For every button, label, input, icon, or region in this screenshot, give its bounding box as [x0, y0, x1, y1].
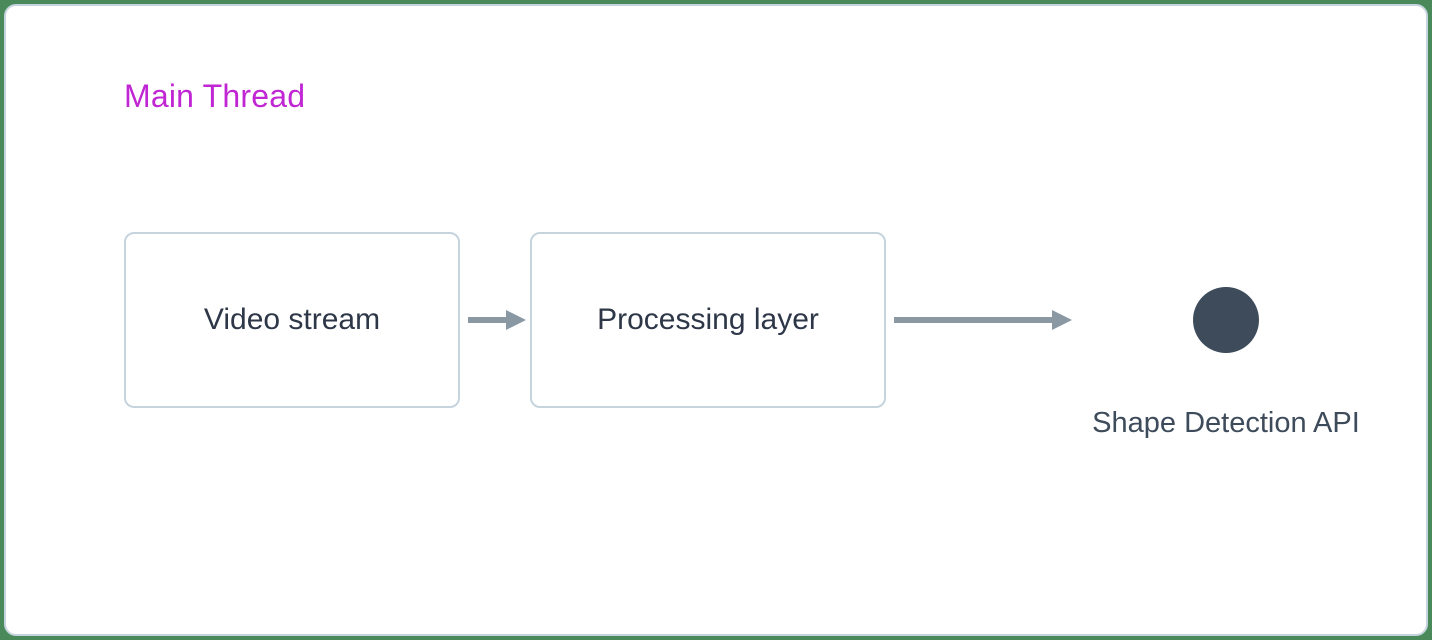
node-video-stream-label: Video stream: [204, 303, 380, 337]
arrow-icon: [460, 305, 530, 335]
node-processing-layer: Processing layer: [530, 232, 886, 408]
node-video-stream: Video stream: [124, 232, 460, 408]
diagram-title: Main Thread: [124, 78, 305, 115]
node-shape-detection-api-label: Shape Detection API: [1092, 407, 1360, 440]
arrow-icon: [886, 305, 1076, 335]
node-processing-layer-label: Processing layer: [597, 303, 819, 337]
circle-icon: [1193, 287, 1259, 353]
flow-row: Video stream Processing layer Shape Dete…: [124, 232, 1376, 408]
node-shape-detection-api: Shape Detection API: [1076, 287, 1376, 353]
diagram-container: Main Thread Video stream Processing laye…: [4, 4, 1428, 636]
